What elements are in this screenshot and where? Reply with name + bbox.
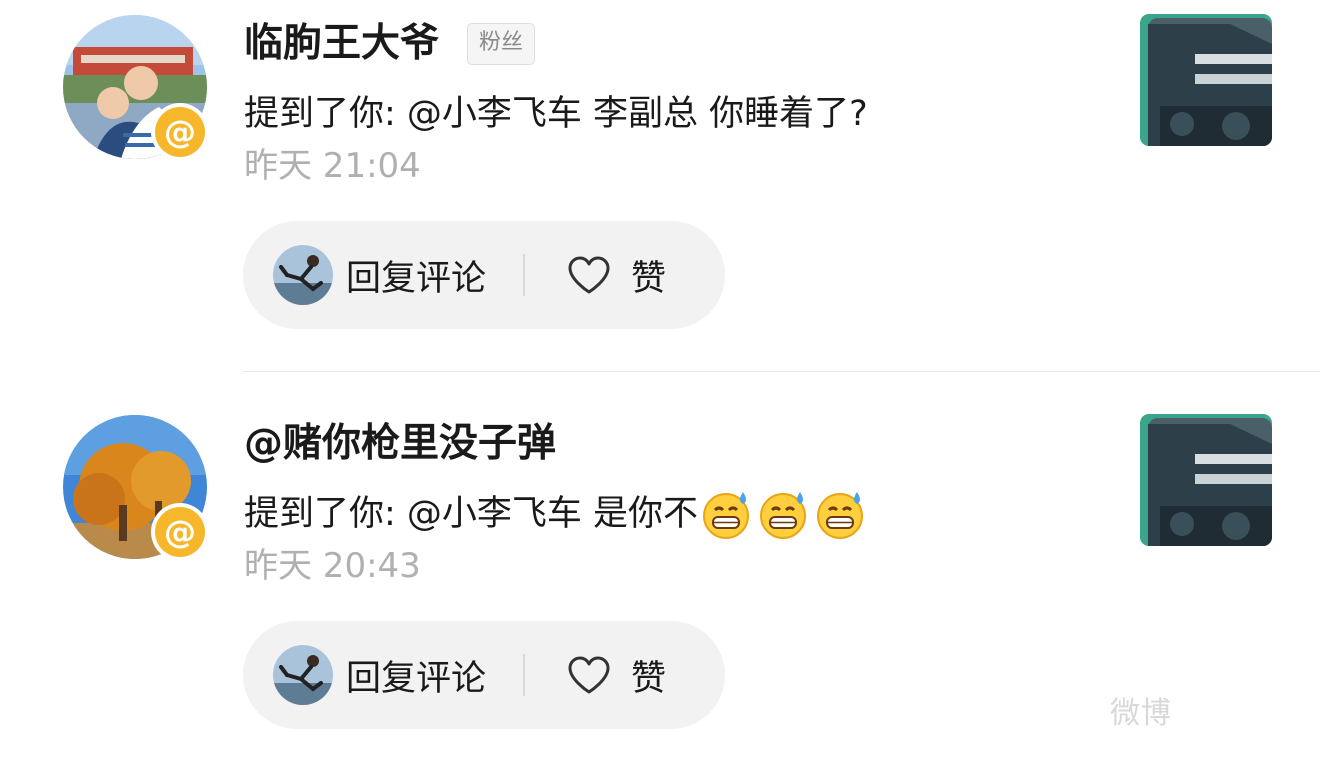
like-label: 赞 <box>631 258 667 299</box>
action-bar: 回复评论 赞 <box>243 621 725 729</box>
notification-item[interactable]: @ 临朐王大爷 粉丝 提到了你: @小李飞车 李副总 你睡着了? 昨天 21:0… <box>0 0 1320 370</box>
like-label: 赞 <box>631 658 667 699</box>
like-button[interactable]: 赞 <box>567 250 666 301</box>
action-divider <box>523 654 526 696</box>
my-avatar <box>273 245 333 305</box>
mention-text[interactable]: 提到了你: @小李飞车 李副总 你睡着了? <box>244 88 868 140</box>
reply-comment-button[interactable]: 回复评论 <box>273 245 486 305</box>
grinning-sweat-emoji <box>760 492 807 539</box>
mention-content: 提到了你: @小李飞车 李副总 你睡着了? <box>244 94 868 134</box>
reply-label: 回复评论 <box>346 658 487 699</box>
timestamp: 昨天 20:43 <box>244 546 421 586</box>
heart-icon <box>568 656 610 694</box>
at-sign-icon: @ <box>155 107 205 157</box>
post-thumbnail[interactable] <box>1140 14 1272 146</box>
grinning-sweat-emoji <box>817 492 864 539</box>
action-divider <box>523 254 526 296</box>
mention-text[interactable]: 提到了你: @小李飞车 是你不 <box>244 488 866 540</box>
post-thumbnail[interactable] <box>1140 414 1272 546</box>
timestamp: 昨天 21:04 <box>244 146 421 186</box>
fan-badge: 粉丝 <box>467 23 536 65</box>
like-button[interactable]: 赞 <box>567 650 666 701</box>
action-bar: 回复评论 赞 <box>243 221 725 329</box>
mention-badge: @ <box>151 503 209 561</box>
user-name[interactable]: @赌你枪里没子弹 <box>244 416 556 472</box>
mention-content: 提到了你: @小李飞车 是你不 <box>244 494 699 534</box>
mention-badge: @ <box>151 103 209 161</box>
watermark: 微博 <box>1110 696 1172 731</box>
my-avatar <box>273 645 333 705</box>
heart-icon <box>568 256 610 294</box>
reply-label: 回复评论 <box>346 258 487 299</box>
reply-comment-button[interactable]: 回复评论 <box>273 645 486 705</box>
divider <box>243 371 1320 372</box>
at-sign-icon: @ <box>155 507 205 557</box>
user-name[interactable]: 临朐王大爷 <box>244 16 439 72</box>
grinning-sweat-emoji <box>703 492 750 539</box>
